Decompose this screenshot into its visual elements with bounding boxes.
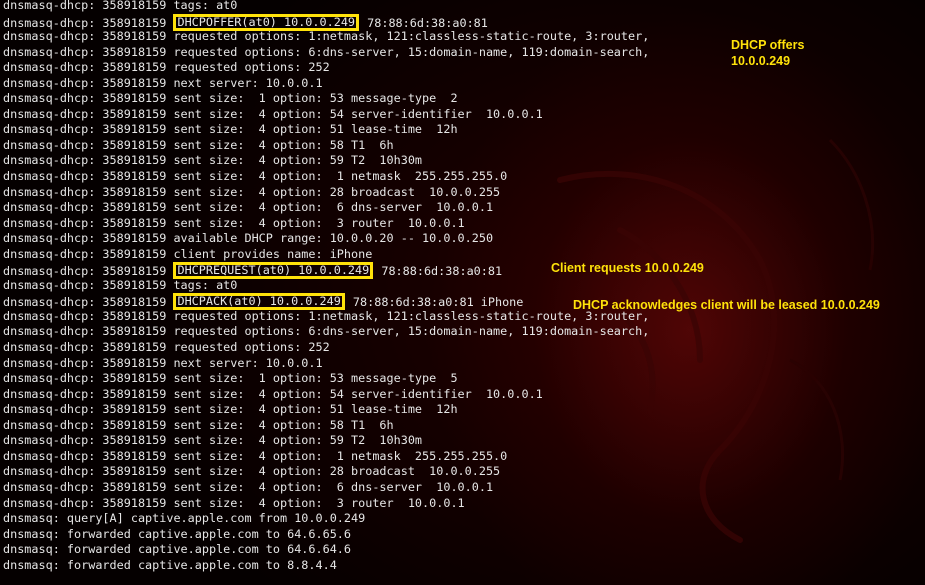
highlighted-dhcp-message: DHCPREQUEST(at0) 10.0.0.249 xyxy=(173,262,374,280)
log-line-text: dnsmasq-dhcp: 358918159 xyxy=(3,295,174,310)
log-line: dnsmasq-dhcp: 358918159 sent size: 4 opt… xyxy=(3,153,649,169)
log-line: dnsmasq-dhcp: 358918159 tags: at0 xyxy=(3,0,649,14)
log-line: dnsmasq-dhcp: 358918159 requested option… xyxy=(3,324,649,340)
highlighted-dhcp-message: DHCPOFFER(at0) 10.0.0.249 xyxy=(173,13,360,31)
log-line-text: dnsmasq: forwarded captive.apple.com to … xyxy=(3,557,337,572)
log-line: dnsmasq-dhcp: 358918159 sent size: 4 opt… xyxy=(3,169,649,185)
log-line: dnsmasq-dhcp: 358918159 requested option… xyxy=(3,45,649,61)
log-line: dnsmasq-dhcp: 358918159 sent size: 4 opt… xyxy=(3,185,649,201)
log-line-suffix: 78:88:6d:38:a0:81 xyxy=(374,264,503,279)
log-line: dnsmasq-dhcp: 358918159 sent size: 4 opt… xyxy=(3,387,649,403)
log-line: dnsmasq-dhcp: 358918159 sent size: 4 opt… xyxy=(3,107,649,123)
log-line: dnsmasq-dhcp: 358918159 sent size: 4 opt… xyxy=(3,433,649,449)
log-line-text: dnsmasq-dhcp: 358918159 requested option… xyxy=(3,60,330,75)
log-line-text: dnsmasq-dhcp: 358918159 sent size: 4 opt… xyxy=(3,417,394,432)
log-line: dnsmasq-dhcp: 358918159 sent size: 1 opt… xyxy=(3,91,649,107)
log-line-text: dnsmasq-dhcp: 358918159 sent size: 4 opt… xyxy=(3,122,458,137)
log-line: dnsmasq-dhcp: 358918159 DHCPOFFER(at0) 1… xyxy=(3,13,649,31)
log-line: dnsmasq-dhcp: 358918159 available DHCP r… xyxy=(3,231,649,247)
log-line-text: dnsmasq-dhcp: 358918159 sent size: 4 opt… xyxy=(3,433,423,448)
log-line: dnsmasq-dhcp: 358918159 sent size: 4 opt… xyxy=(3,418,649,434)
annotation-offer-line1: DHCP offers xyxy=(731,38,805,52)
log-line: dnsmasq-dhcp: 358918159 sent size: 4 opt… xyxy=(3,138,649,154)
log-line-text: dnsmasq-dhcp: 358918159 sent size: 4 opt… xyxy=(3,215,465,230)
log-line: dnsmasq-dhcp: 358918159 client provides … xyxy=(3,247,649,263)
log-line: dnsmasq-dhcp: 358918159 requested option… xyxy=(3,309,649,325)
log-line: dnsmasq-dhcp: 358918159 sent size: 4 opt… xyxy=(3,449,649,465)
log-line-text: dnsmasq-dhcp: 358918159 available DHCP r… xyxy=(3,231,494,246)
log-line: dnsmasq-dhcp: 358918159 tags: at0 xyxy=(3,278,649,294)
log-line-text: dnsmasq-dhcp: 358918159 client provides … xyxy=(3,246,373,261)
log-line-text: dnsmasq-dhcp: 358918159 sent size: 4 opt… xyxy=(3,153,423,168)
log-line-suffix: 78:88:6d:38:a0:81 iPhone xyxy=(345,295,524,310)
log-line-text: dnsmasq-dhcp: 358918159 sent size: 4 opt… xyxy=(3,386,543,401)
log-line: dnsmasq-dhcp: 358918159 sent size: 1 opt… xyxy=(3,371,649,387)
log-line: dnsmasq-dhcp: 358918159 sent size: 4 opt… xyxy=(3,464,649,480)
log-line-text: dnsmasq: forwarded captive.apple.com to … xyxy=(3,542,352,557)
log-line-text: dnsmasq-dhcp: 358918159 sent size: 4 opt… xyxy=(3,448,508,463)
log-line: dnsmasq-dhcp: 358918159 DHCPACK(at0) 10.… xyxy=(3,293,649,311)
annotation-offer-line2: 10.0.0.249 xyxy=(731,54,791,68)
log-line: dnsmasq-dhcp: 358918159 next server: 10.… xyxy=(3,356,649,372)
log-line: dnsmasq: forwarded captive.apple.com to … xyxy=(3,542,649,558)
log-line: dnsmasq-dhcp: 358918159 sent size: 4 opt… xyxy=(3,200,649,216)
log-line-text: dnsmasq-dhcp: 358918159 sent size: 4 opt… xyxy=(3,479,494,494)
log-line-text: dnsmasq-dhcp: 358918159 sent size: 4 opt… xyxy=(3,464,501,479)
log-line-suffix: 78:88:6d:38:a0:81 xyxy=(360,15,488,30)
log-line-text: dnsmasq-dhcp: 358918159 requested option… xyxy=(3,29,650,44)
log-line: dnsmasq-dhcp: 358918159 sent size: 4 opt… xyxy=(3,402,649,418)
log-line-text: dnsmasq-dhcp: 358918159 sent size: 4 opt… xyxy=(3,184,501,199)
log-line-text: dnsmasq-dhcp: 358918159 sent size: 4 opt… xyxy=(3,402,458,417)
log-line-text: dnsmasq-dhcp: 358918159 requested option… xyxy=(3,324,650,339)
log-line-text: dnsmasq-dhcp: 358918159 xyxy=(3,15,174,30)
log-line-text: dnsmasq-dhcp: 358918159 requested option… xyxy=(3,308,650,323)
annotation-request: Client requests 10.0.0.249 xyxy=(551,261,704,275)
log-line-text: dnsmasq-dhcp: 358918159 sent size: 4 opt… xyxy=(3,169,508,184)
log-line-text: dnsmasq: query[A] captive.apple.com from… xyxy=(3,511,366,526)
log-line-text: dnsmasq-dhcp: 358918159 sent size: 1 opt… xyxy=(3,91,458,106)
annotation-ack: DHCP acknowledges client will be leased … xyxy=(573,298,880,312)
log-line-text: dnsmasq-dhcp: 358918159 tags: at0 xyxy=(3,0,238,12)
log-line: dnsmasq: query[A] captive.apple.com from… xyxy=(3,511,649,527)
log-line: dnsmasq: forwarded captive.apple.com to … xyxy=(3,558,649,574)
log-line-text: dnsmasq-dhcp: 358918159 tags: at0 xyxy=(3,277,238,292)
log-line-text: dnsmasq-dhcp: 358918159 requested option… xyxy=(3,340,330,355)
log-line-text: dnsmasq-dhcp: 358918159 next server: 10.… xyxy=(3,355,323,370)
log-line-text: dnsmasq-dhcp: 358918159 next server: 10.… xyxy=(3,75,323,90)
log-line-text: dnsmasq-dhcp: 358918159 sent size: 4 opt… xyxy=(3,106,543,121)
highlighted-dhcp-message: DHCPACK(at0) 10.0.0.249 xyxy=(173,293,345,311)
terminal-window[interactable]: dnsmasq-dhcp: 358918159 tags: at0 dnsmasq… xyxy=(0,0,925,585)
log-line-text: dnsmasq-dhcp: 358918159 sent size: 4 opt… xyxy=(3,137,394,152)
log-line: dnsmasq-dhcp: 358918159 sent size: 4 opt… xyxy=(3,122,649,138)
log-output[interactable]: dnsmasq-dhcp: 358918159 tags: at0 dnsmasq… xyxy=(3,0,649,573)
log-line: dnsmasq-dhcp: 358918159 requested option… xyxy=(3,60,649,76)
log-line: dnsmasq-dhcp: 358918159 requested option… xyxy=(3,340,649,356)
log-line: dnsmasq-dhcp: 358918159 sent size: 4 opt… xyxy=(3,496,649,512)
log-line-text: dnsmasq-dhcp: 358918159 sent size: 4 opt… xyxy=(3,495,465,510)
log-line-text: dnsmasq-dhcp: 358918159 sent size: 4 opt… xyxy=(3,200,494,215)
log-line-text: dnsmasq-dhcp: 358918159 sent size: 1 opt… xyxy=(3,371,458,386)
log-line-text: dnsmasq-dhcp: 358918159 xyxy=(3,264,174,279)
log-line: dnsmasq: forwarded captive.apple.com to … xyxy=(3,527,649,543)
log-line: dnsmasq-dhcp: 358918159 next server: 10.… xyxy=(3,76,649,92)
log-line-text: dnsmasq: forwarded captive.apple.com to … xyxy=(3,526,352,541)
log-line: dnsmasq-dhcp: 358918159 requested option… xyxy=(3,29,649,45)
log-line-text: dnsmasq-dhcp: 358918159 requested option… xyxy=(3,44,650,59)
log-line: dnsmasq-dhcp: 358918159 sent size: 4 opt… xyxy=(3,480,649,496)
log-line: dnsmasq-dhcp: 358918159 sent size: 4 opt… xyxy=(3,216,649,232)
